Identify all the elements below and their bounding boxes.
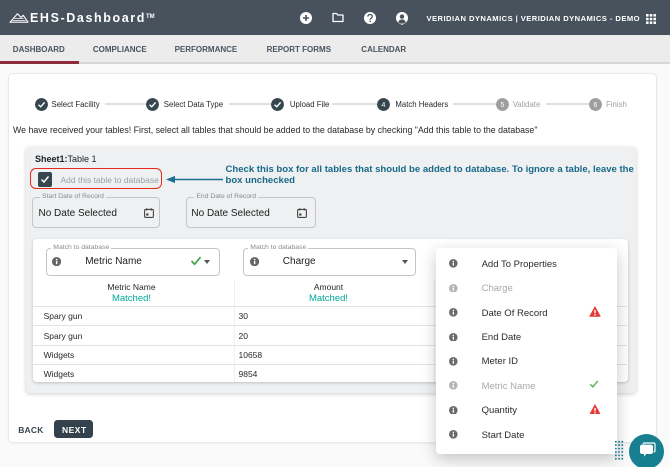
svg-text:6: 6 — [593, 102, 597, 109]
svg-text:5: 5 — [500, 102, 504, 109]
svg-text:4: 4 — [382, 102, 386, 109]
